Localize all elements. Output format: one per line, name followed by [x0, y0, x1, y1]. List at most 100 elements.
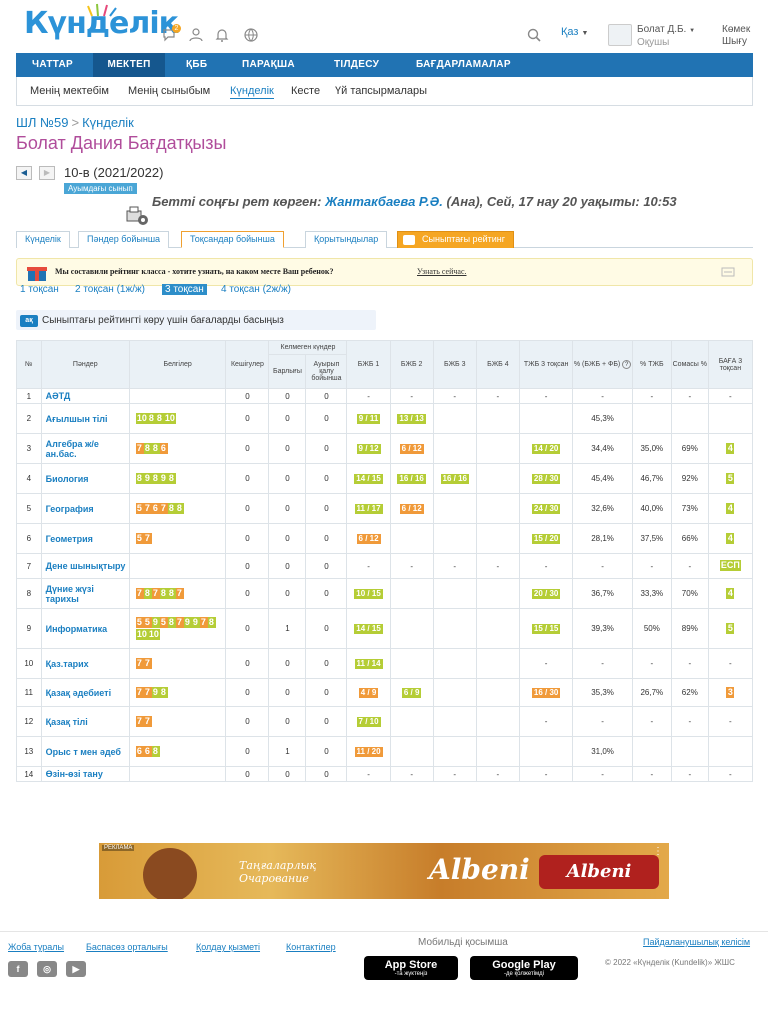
score-badge[interactable]: 6 / 12 — [399, 503, 424, 514]
search-icon[interactable] — [526, 27, 542, 43]
quarter-3[interactable]: 3 тоқсан — [162, 284, 207, 295]
mark-badge[interactable]: 8 — [159, 686, 168, 698]
tab-by-quarter[interactable]: Тоқсандар бойынша — [181, 231, 284, 248]
mark-badge[interactable]: 7 — [143, 532, 152, 544]
close-icon[interactable] — [721, 267, 735, 277]
nav-communication[interactable]: ТІЛДЕСУ — [334, 53, 379, 77]
score-badge[interactable]: 6 / 9 — [401, 687, 422, 698]
settings-print-icon[interactable] — [124, 205, 150, 227]
mark-badge[interactable]: 7 — [151, 587, 160, 599]
mark-badge[interactable]: 8 — [167, 472, 176, 484]
quarter-2[interactable]: 2 тоқсан (1ж/ж) — [75, 284, 145, 295]
score-badge[interactable]: 9 / 11 — [356, 413, 381, 424]
mark-badge[interactable]: 7 — [143, 686, 152, 698]
mark-badge[interactable]: 10 — [135, 628, 148, 640]
tab-results[interactable]: Қорытындылар — [305, 231, 388, 248]
final-grade-badge[interactable]: 4 — [726, 532, 735, 544]
mark-badge[interactable]: 8 — [159, 587, 168, 599]
subject-link[interactable]: Қазақ әдебиеті — [40, 678, 130, 707]
score-badge[interactable]: 6 / 12 — [399, 443, 424, 454]
footer-support[interactable]: Қолдау қызметі — [196, 942, 260, 952]
mark-badge[interactable]: 7 — [175, 587, 184, 599]
mark-badge[interactable]: 7 — [143, 657, 152, 669]
mark-badge[interactable]: 9 — [191, 616, 200, 628]
subject-link[interactable]: Информатика — [40, 608, 130, 649]
mark-badge[interactable]: 8 — [155, 412, 164, 424]
tab-class-rating[interactable]: Сыныптағы рейтинг — [397, 231, 514, 248]
mark-badge[interactable]: 8 — [135, 472, 144, 484]
subnav-homework[interactable]: Үй тапсырмалары — [335, 85, 427, 97]
subject-link[interactable]: Геометрия — [40, 523, 130, 554]
mark-badge[interactable]: 7 — [143, 502, 152, 514]
mark-badge[interactable]: 7 — [143, 715, 152, 727]
breadcrumb-page[interactable]: Күнделік — [82, 115, 134, 130]
mark-badge[interactable]: 8 — [167, 616, 176, 628]
score-badge[interactable]: 16 / 16 — [440, 473, 469, 484]
mark-badge[interactable]: 5 — [135, 616, 144, 628]
final-grade-badge[interactable]: 5 — [726, 472, 735, 484]
mark-badge[interactable]: 7 — [135, 587, 144, 599]
score-badge[interactable]: 20 / 30 — [531, 588, 561, 599]
mark-badge[interactable]: 8 — [175, 502, 184, 514]
terms-link[interactable]: Пайдаланушылық келісім — [643, 937, 750, 947]
mark-badge[interactable]: 7 — [159, 502, 168, 514]
mark-badge[interactable]: 7 — [135, 715, 144, 727]
mark-badge[interactable]: 8 — [151, 745, 160, 757]
final-grade-badge[interactable]: 4 — [726, 587, 735, 599]
subnav-my-class[interactable]: Менің сыныбым — [128, 85, 210, 97]
mark-badge[interactable]: 8 — [167, 502, 176, 514]
score-badge[interactable]: 11 / 17 — [354, 503, 383, 514]
subject-link[interactable]: Биология — [40, 463, 130, 494]
score-badge[interactable]: 10 / 15 — [354, 588, 383, 599]
mark-badge[interactable]: 6 — [151, 502, 160, 514]
friends-icon[interactable] — [188, 27, 204, 43]
bell-icon[interactable] — [214, 27, 230, 43]
mark-badge[interactable]: 9 — [159, 472, 168, 484]
score-badge[interactable]: 15 / 20 — [531, 533, 561, 544]
help-link[interactable]: Көмек — [722, 24, 750, 36]
score-badge[interactable]: 14 / 20 — [531, 443, 561, 454]
mark-badge[interactable]: 7 — [135, 442, 144, 454]
tab-diary[interactable]: Күнделік — [16, 231, 70, 248]
subject-link[interactable]: Өзін-өзі тану — [40, 766, 130, 782]
mark-badge[interactable]: 8 — [151, 472, 160, 484]
subnav-schedule[interactable]: Кесте — [291, 85, 320, 97]
subject-link[interactable]: Алгебра ж/е ан.бас. — [40, 433, 130, 464]
score-badge[interactable]: 6 / 12 — [356, 533, 381, 544]
tab-by-subject[interactable]: Пәндер бойынша — [78, 231, 170, 248]
nav-qbb[interactable]: ҚББ — [186, 53, 207, 77]
instagram-icon[interactable]: ◎ — [37, 961, 57, 977]
mark-badge[interactable]: 6 — [135, 745, 144, 757]
nav-chats[interactable]: ЧАТТАР — [32, 53, 73, 77]
google-play-button[interactable]: Google Play -де қолжетімді — [470, 956, 578, 980]
mark-badge[interactable]: 9 — [151, 616, 160, 628]
score-badge[interactable]: 24 / 30 — [531, 503, 561, 514]
mark-badge[interactable]: 5 — [143, 616, 152, 628]
breadcrumb-school[interactable]: ШЛ №59 — [16, 115, 68, 130]
footer-about[interactable]: Жоба туралы — [8, 942, 64, 952]
help-icon[interactable]: ? — [622, 360, 632, 369]
avatar[interactable] — [608, 24, 632, 46]
score-badge[interactable]: 28 / 30 — [531, 473, 561, 484]
mark-badge[interactable]: 8 — [151, 442, 160, 454]
nav-programs[interactable]: БАҒДАРЛАМАЛАР — [416, 53, 511, 77]
score-badge[interactable]: 14 / 15 — [354, 473, 383, 484]
score-badge[interactable]: 16 / 16 — [397, 473, 426, 484]
mark-badge[interactable]: 8 — [143, 587, 152, 599]
mark-badge[interactable]: 7 — [135, 686, 144, 698]
mark-badge[interactable]: 10 — [163, 412, 176, 424]
nav-page[interactable]: ПАРАҚША — [242, 53, 295, 77]
mark-badge[interactable]: 8 — [207, 616, 216, 628]
more-icon[interactable]: ⋮ — [653, 846, 663, 857]
mark-badge[interactable]: 8 — [143, 442, 152, 454]
footer-contacts[interactable]: Контактілер — [286, 942, 336, 952]
mark-badge[interactable]: 9 — [143, 472, 152, 484]
mark-badge[interactable]: 5 — [159, 616, 168, 628]
final-grade-badge[interactable]: ЕСП — [719, 560, 741, 571]
mark-badge[interactable]: 5 — [135, 502, 144, 514]
final-grade-badge[interactable]: 4 — [726, 502, 735, 514]
facebook-icon[interactable]: f — [8, 961, 28, 977]
mark-badge[interactable]: 7 — [175, 616, 184, 628]
logo[interactable]: Күнделік — [24, 3, 179, 46]
subject-link[interactable]: Дене шынықтыру — [40, 553, 130, 579]
